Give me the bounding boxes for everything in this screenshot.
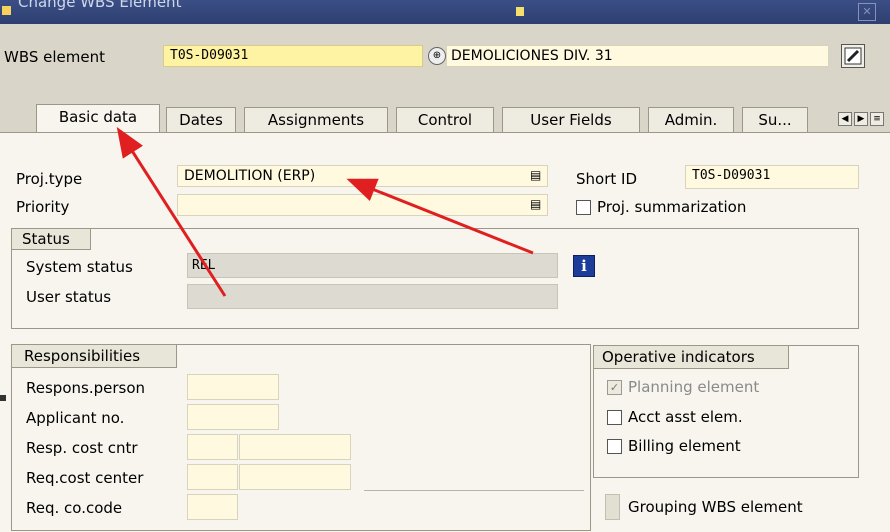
annotation-arrows — [116, 126, 534, 297]
annotation-arrow — [346, 178, 534, 255]
annotation-arrow — [116, 126, 227, 297]
